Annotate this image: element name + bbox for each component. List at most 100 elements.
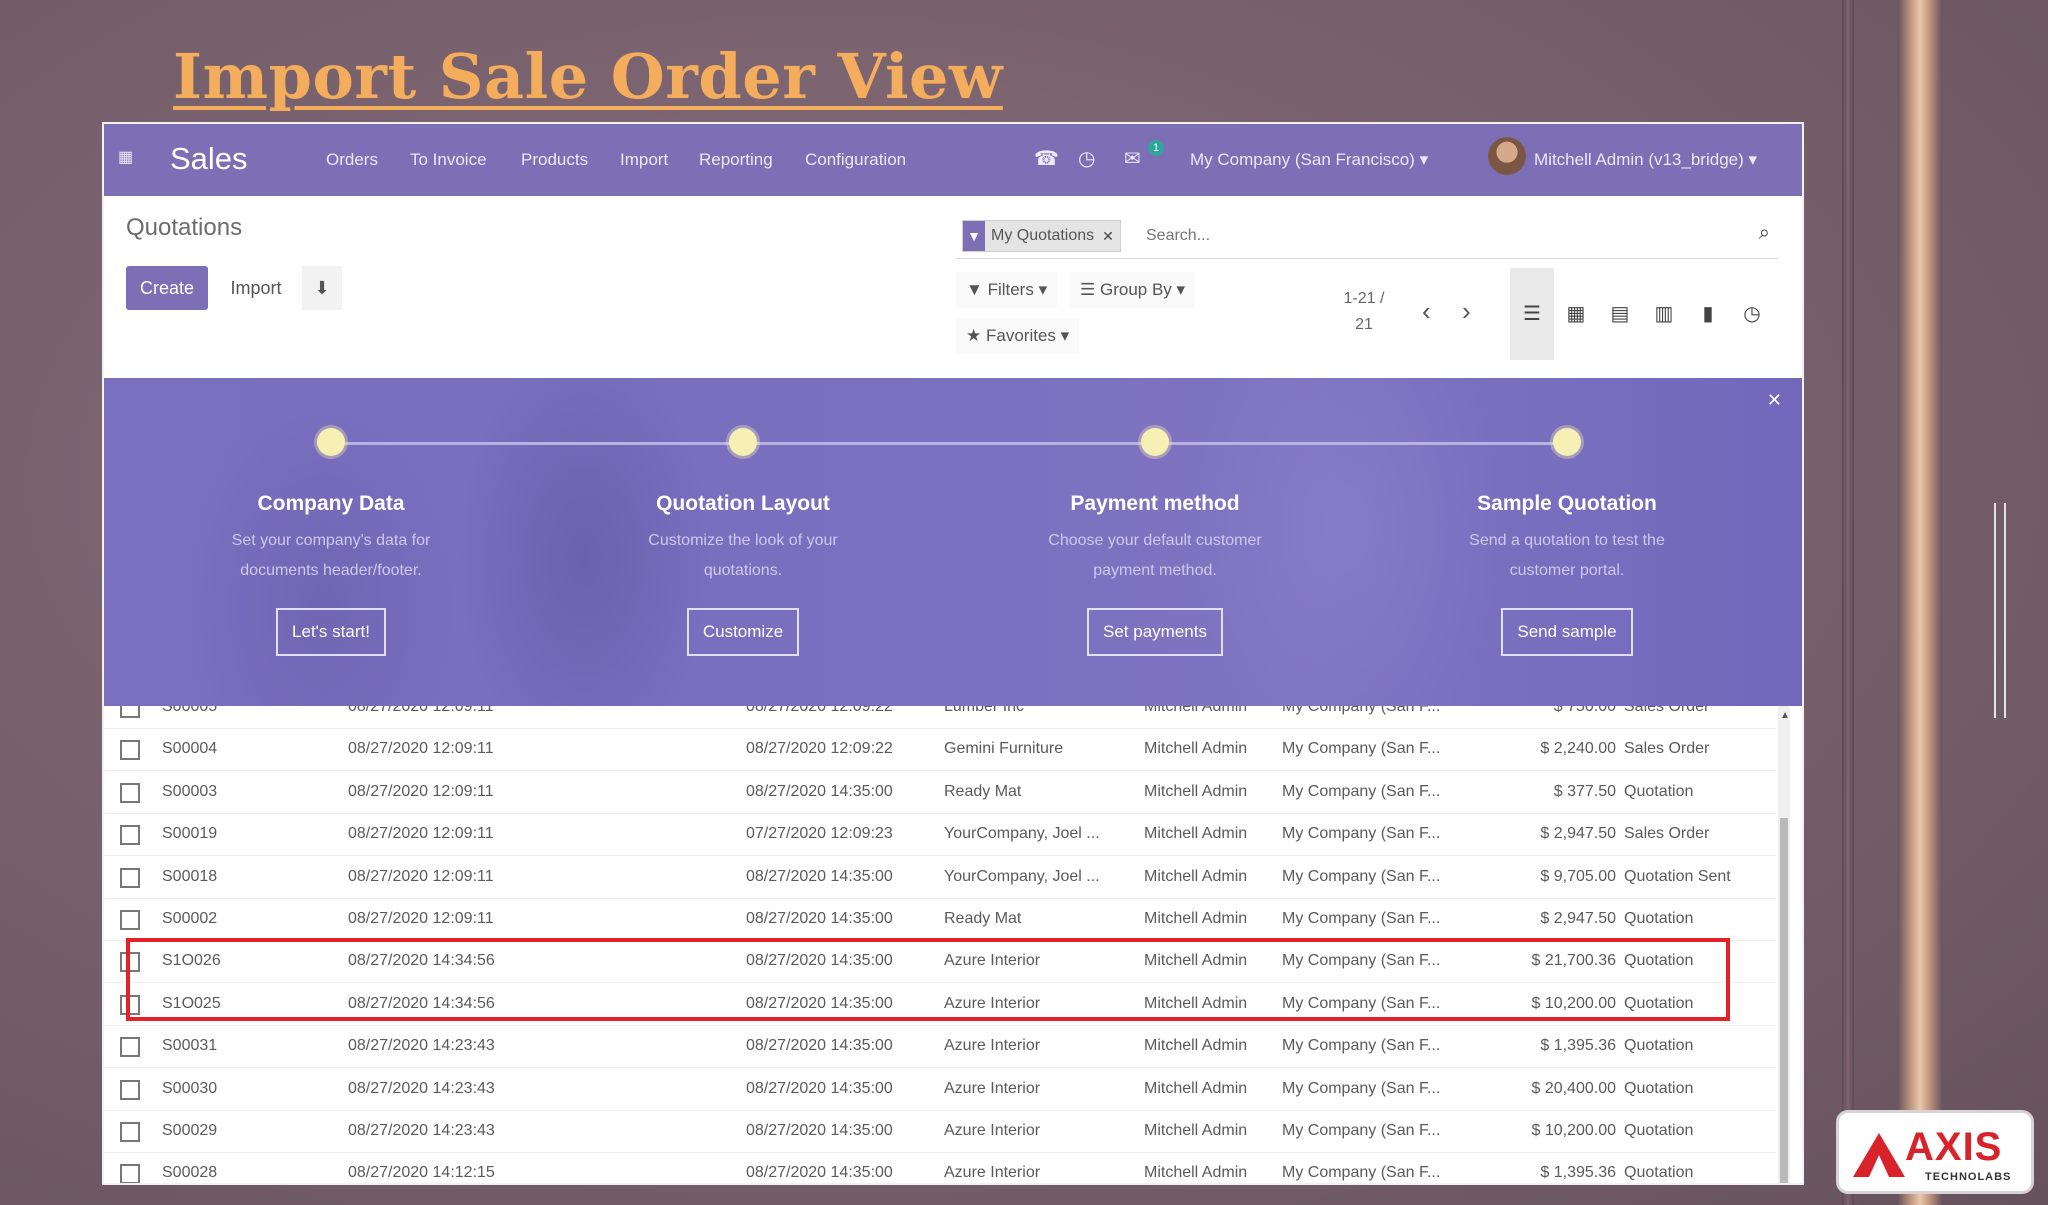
onboarding-step: Sample Quotation Send a quotation to tes… — [1397, 428, 1737, 656]
facet-remove-icon[interactable]: ✕ — [1102, 228, 1114, 245]
row-checkbox[interactable] — [120, 825, 140, 846]
step-dot — [1141, 428, 1169, 456]
scroll-up-icon[interactable]: ▲ — [1780, 710, 1790, 721]
row-checkbox[interactable] — [120, 1122, 140, 1142]
cell-date: 08/27/2020 14:35:00 — [746, 1122, 893, 1139]
cell-company: My Company (San F... — [1282, 740, 1441, 758]
activity-clock-icon[interactable]: ◷ — [1078, 146, 1095, 171]
cell-total: $ 750.00 — [1553, 706, 1616, 715]
row-checkbox[interactable] — [120, 706, 140, 718]
list-view-icon[interactable]: ☰ — [1510, 268, 1554, 360]
cell-company: My Company (San F... — [1282, 1164, 1441, 1182]
pager-next-icon[interactable]: › — [1462, 296, 1471, 327]
row-checkbox[interactable] — [120, 1037, 140, 1058]
send-sample-button[interactable]: Send sample — [1501, 608, 1633, 656]
calendar-view-icon[interactable]: ▤ — [1598, 268, 1642, 360]
import-button[interactable]: Import — [216, 266, 296, 310]
table-row[interactable]: S00005 08/27/2020 12:09:11 08/27/2020 12:0… — [104, 706, 1776, 729]
step-title: Payment method — [1070, 492, 1240, 515]
row-checkbox[interactable] — [120, 1164, 140, 1183]
menu-to-invoice[interactable]: To Invoice — [410, 150, 487, 170]
groupby-label: Group By ▾ — [1099, 280, 1186, 299]
step-description: Customize the look of your quotations. — [648, 532, 838, 579]
row-checkbox[interactable] — [120, 782, 140, 803]
customize-button[interactable]: Customize — [686, 608, 800, 656]
favorites-dropdown[interactable]: ★ Favorites ▾ — [956, 318, 1080, 354]
graph-view-icon[interactable]: ▮ — [1686, 268, 1730, 360]
cell-status: Quotation — [1624, 1164, 1694, 1182]
pager-value: 1-21 / 21 — [1334, 286, 1394, 338]
lets-start-button[interactable]: Let's start! — [276, 608, 386, 656]
search-input[interactable] — [1144, 222, 1708, 250]
activity-view-icon[interactable]: ◷ — [1730, 268, 1774, 360]
filters-dropdown[interactable]: ▼ Filters ▾ — [956, 272, 1058, 308]
apps-menu-icon[interactable]: ▦ — [118, 150, 134, 166]
cell-date: 07/27/2020 12:09:23 — [746, 825, 893, 843]
close-icon[interactable]: ✕ — [1767, 390, 1782, 411]
company-switcher[interactable]: My Company (San Francisco) ▾ — [1190, 150, 1428, 170]
row-checkbox[interactable] — [120, 1079, 140, 1100]
cell-salesperson: Mitchell Admin — [1144, 782, 1248, 800]
cell-total: $ 20,400.00 — [1531, 1079, 1616, 1097]
table-row[interactable]: S00019 08/27/2020 12:09:11 07/27/2020 12:0… — [104, 813, 1776, 857]
table-row[interactable]: S00003 08/27/2020 12:09:11 08/27/2020 14:3… — [104, 771, 1776, 814]
logo-subtitle: TECHNOLABS — [1925, 1171, 2012, 1183]
step-description: Send a quotation to test the customer po… — [1469, 532, 1665, 579]
decorative-line — [2004, 503, 2006, 718]
table-row[interactable]: S00030 08/27/2020 14:23:43 08/27/2020 14:3… — [104, 1068, 1776, 1111]
cell-date: 08/27/2020 12:09:22 — [746, 706, 893, 715]
table-row[interactable]: S00018 08/27/2020 12:09:11 08/27/2020 14:3… — [104, 856, 1776, 899]
set-payments-button[interactable]: Set payments — [1087, 608, 1223, 656]
step-title: Quotation Layout — [656, 492, 830, 515]
row-checkbox[interactable] — [120, 740, 140, 761]
app-name: Sales — [170, 141, 248, 176]
user-avatar[interactable] — [1488, 137, 1526, 175]
pivot-view-icon[interactable]: ▥ — [1642, 268, 1686, 360]
menu-products[interactable]: Products — [521, 150, 588, 170]
step-dot — [317, 428, 345, 456]
cell-customer: Azure Interior — [944, 1122, 1041, 1139]
table-row[interactable]: S00029 08/27/2020 14:23:43 08/27/2020 14:3… — [104, 1110, 1776, 1153]
menu-configuration[interactable]: Configuration — [805, 150, 906, 170]
cell-customer: YourCompany, Joel ... — [944, 825, 1100, 843]
create-button[interactable]: Create — [126, 266, 208, 310]
cell-date: 08/27/2020 14:35:00 — [746, 910, 893, 927]
kanban-view-icon[interactable]: ▦ — [1554, 268, 1598, 360]
table-row[interactable]: S00002 08/27/2020 12:09:11 08/27/2020 14:3… — [104, 898, 1776, 941]
user-menu[interactable]: Mitchell Admin (v13_bridge) ▾ — [1534, 150, 1757, 170]
cell-status: Quotation — [1624, 1037, 1694, 1055]
row-checkbox[interactable] — [120, 910, 140, 930]
favorites-label: Favorites ▾ — [985, 326, 1070, 345]
cell-customer: Azure Interior — [944, 1164, 1041, 1182]
messages-icon[interactable]: ✉ — [1124, 146, 1141, 171]
row-checkbox[interactable] — [120, 867, 140, 888]
scrollbar[interactable] — [1778, 706, 1790, 1183]
list-lines-icon: ☰ — [1080, 280, 1096, 299]
pager-previous-icon[interactable]: ‹ — [1422, 296, 1431, 327]
voip-icon[interactable]: ☎ — [1034, 146, 1059, 171]
cell-customer: Ready Mat — [944, 910, 1022, 927]
scrollbar-thumb[interactable] — [1780, 818, 1788, 1183]
pager-total: 21 — [1355, 316, 1373, 333]
cell-date: 08/27/2020 14:35:00 — [746, 782, 893, 800]
step-title: Company Data — [257, 492, 405, 515]
download-icon[interactable]: ⬇ — [302, 266, 342, 310]
decorative-stripe — [1842, 0, 1854, 1205]
groupby-dropdown[interactable]: ☰ Group By ▾ — [1070, 272, 1196, 308]
cell-company: My Company (San F... — [1282, 706, 1441, 715]
cell-salesperson: Mitchell Admin — [1144, 1164, 1248, 1182]
table-row[interactable]: S00031 08/27/2020 14:23:43 08/27/2020 14:3… — [104, 1025, 1776, 1069]
cell-created: 08/27/2020 12:09:11 — [348, 867, 494, 885]
table-row[interactable]: S00028 08/27/2020 14:12:15 08/27/2020 14:3… — [104, 1152, 1776, 1183]
cell-number: S00029 — [162, 1122, 218, 1139]
search-icon[interactable]: ⌕ — [1759, 222, 1770, 245]
menu-orders[interactable]: Orders — [326, 150, 378, 170]
table-row[interactable]: S00004 08/27/2020 12:09:11 08/27/2020 12:0… — [104, 728, 1776, 772]
step-dot — [729, 428, 757, 456]
pager-range[interactable]: 1-21 / — [1334, 286, 1394, 312]
cell-status: Sales Order — [1624, 825, 1710, 843]
menu-reporting[interactable]: Reporting — [699, 150, 773, 170]
step-title: Sample Quotation — [1477, 492, 1657, 515]
menu-import[interactable]: Import — [620, 150, 668, 170]
cell-number: S00018 — [162, 867, 218, 885]
